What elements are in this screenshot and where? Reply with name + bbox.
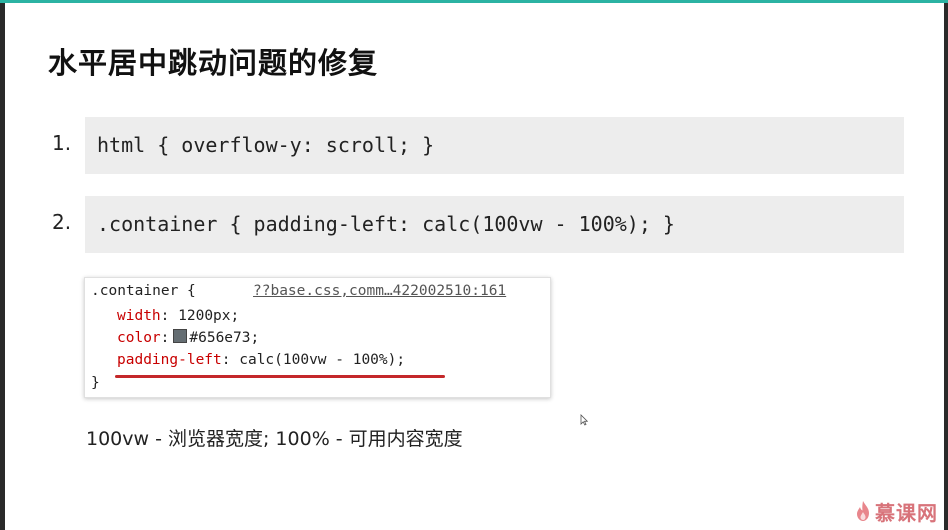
css-property: padding-left [117,352,222,368]
color-swatch[interactable] [173,329,188,343]
top-accent-bar [0,0,948,3]
highlight-underline [115,375,445,378]
watermark: 慕课网 [855,496,938,526]
item-number: 2. [52,210,72,234]
item-number: 1. [52,131,72,155]
css-source-link[interactable]: ??base.css,comm…422002510:161 [253,280,547,302]
code-block: html { overflow-y: scroll; } [85,117,904,174]
flame-icon [857,501,869,521]
list-item-2: 2. .container { padding-left: calc(100vw… [52,196,904,253]
slide-title: 水平居中跳动问题的修复 [48,46,379,80]
css-selector: .container { [91,283,196,299]
css-value: #656e73; [189,330,260,346]
slide: 水平居中跳动问题的修复 1. html { overflow-y: scroll… [0,0,948,530]
css-property: width [117,308,161,324]
mouse-cursor-icon [580,414,588,426]
css-value: 1200px; [178,308,240,324]
css-rule-color: color: #656e73; [117,329,260,346]
left-edge [0,3,5,530]
explanation-note: 100vw - 浏览器宽度; 100% - 可用内容宽度 [86,428,463,450]
css-value: calc(100vw - 100%); [239,352,406,368]
css-rule-width: width: 1200px; [117,308,240,324]
code-block: .container { padding-left: calc(100vw - … [85,196,904,253]
right-edge [944,3,948,530]
list-item-1: 1. html { overflow-y: scroll; } [52,117,904,174]
css-property: color [117,330,161,346]
devtools-styles-panel: .container { ??base.css,comm…422002510:1… [84,277,551,398]
css-close-brace: } [91,375,100,391]
css-rule-padding-left: padding-left: calc(100vw - 100%); [117,352,406,368]
watermark-text: 慕课网 [875,500,938,525]
